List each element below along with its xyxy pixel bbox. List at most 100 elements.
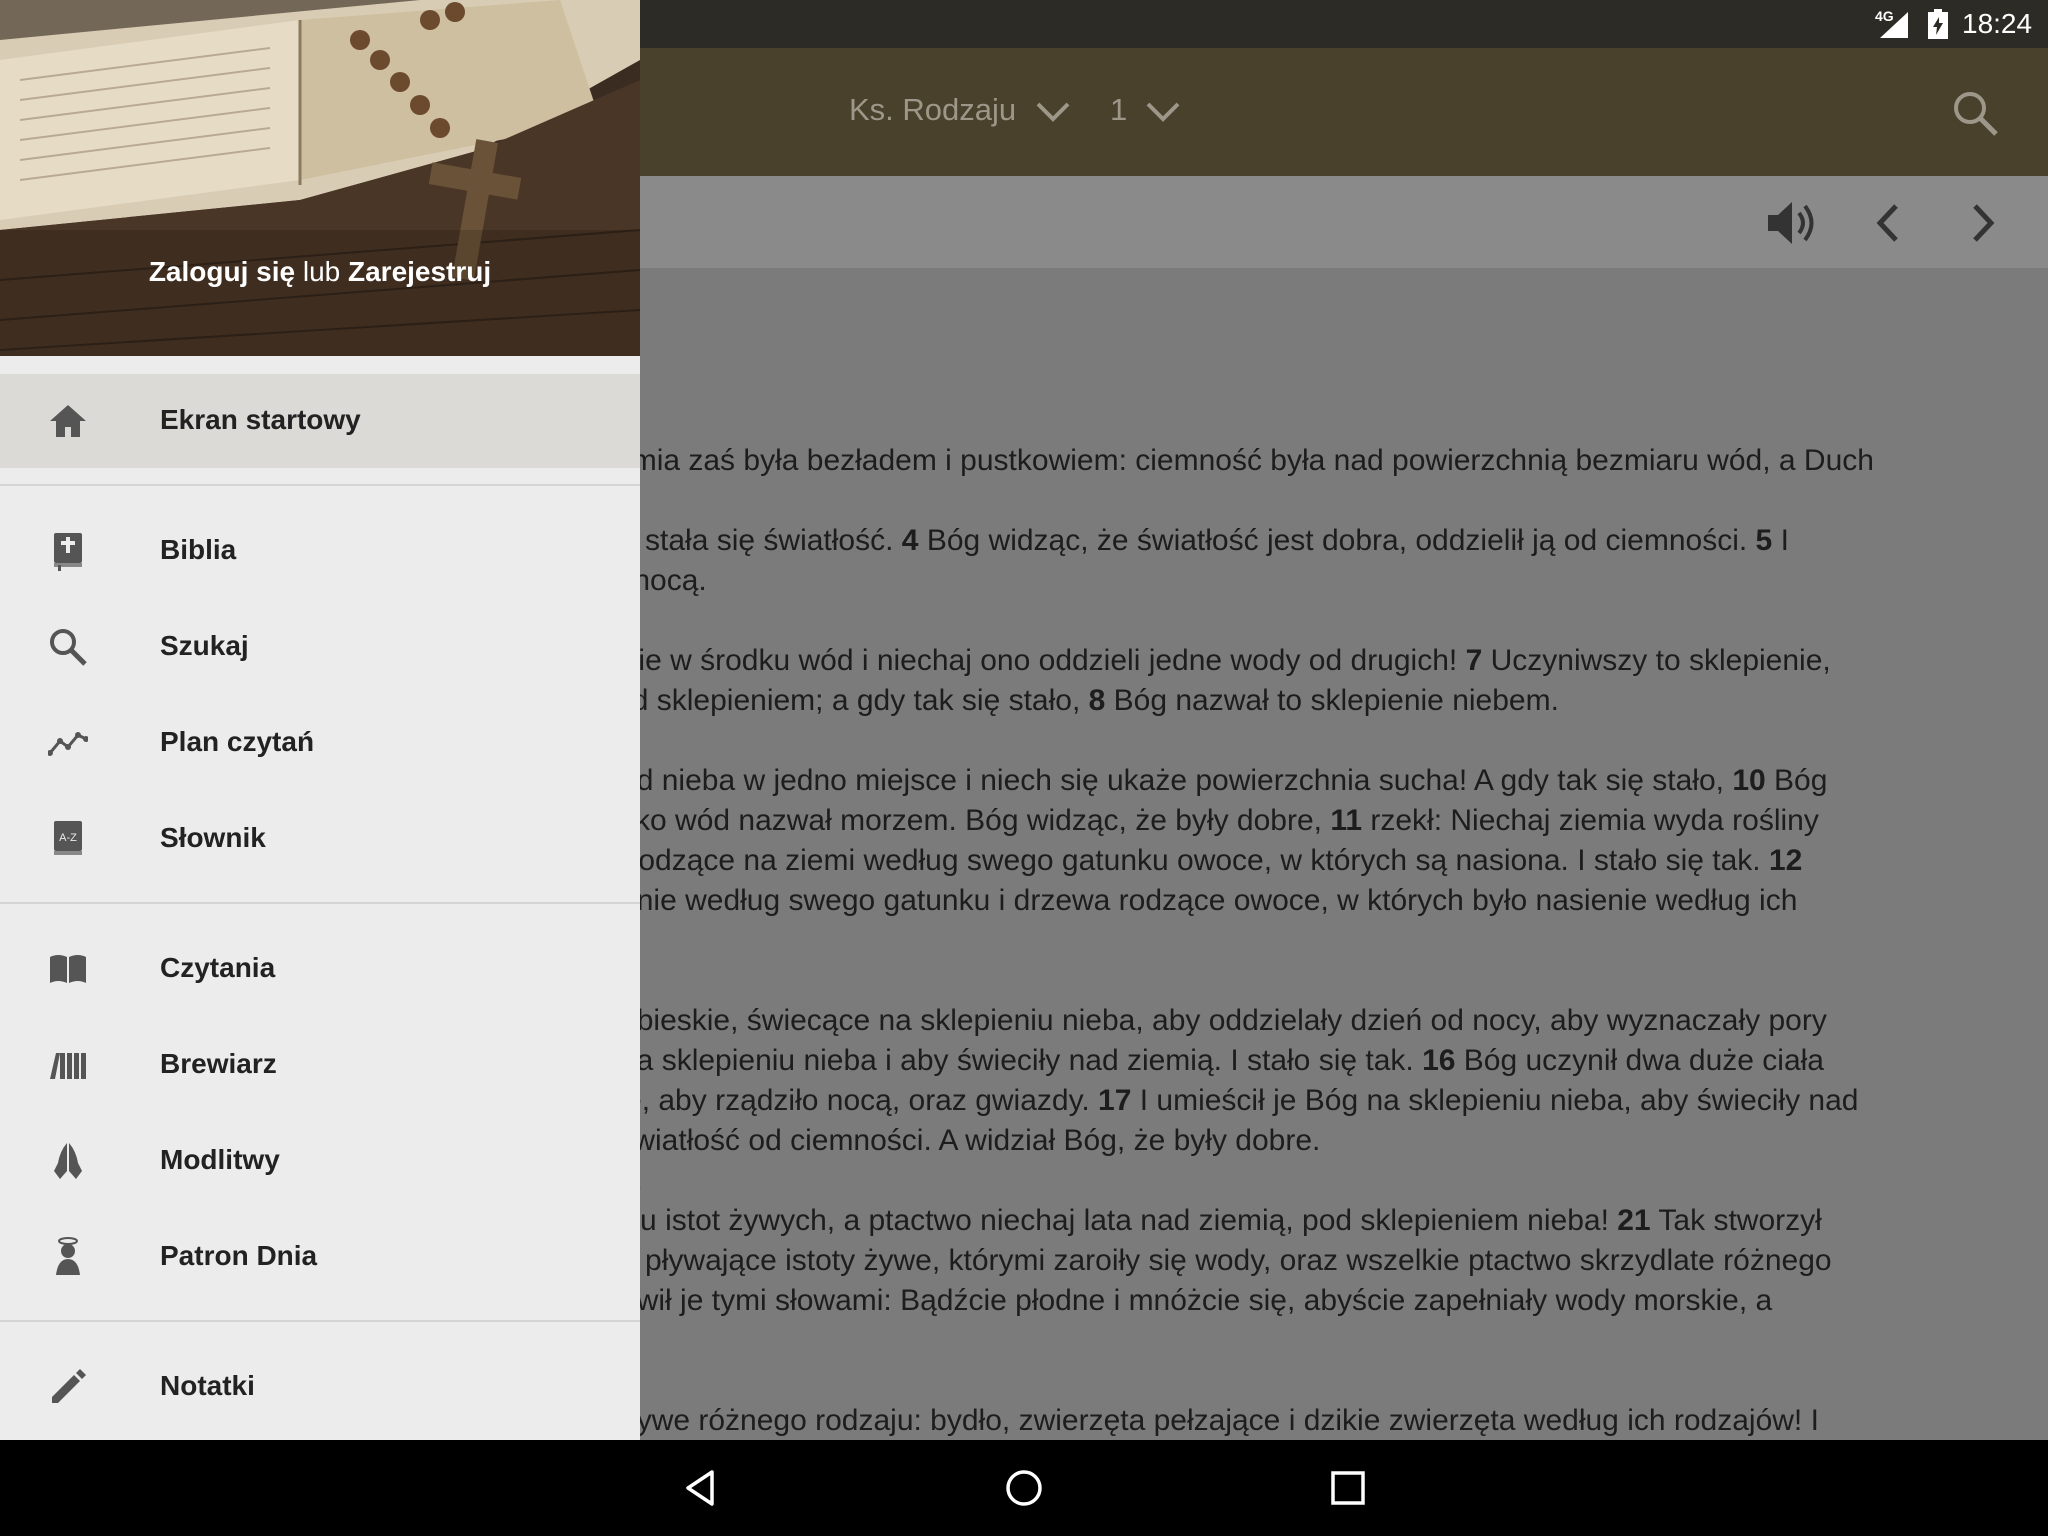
chevron-down-icon[interactable] xyxy=(1034,98,1072,126)
verse-text: rzekł: Niechaj ziemia wyda rośliny xyxy=(1362,804,1819,837)
verse-number: 4 xyxy=(901,524,919,557)
verse-text: dzaju pływające istoty żywe, którymi zar… xyxy=(565,1244,1832,1277)
chevron-left-icon[interactable] xyxy=(1862,198,1916,248)
verse-line: lały światłość od ciemności. A widział B… xyxy=(565,1124,1320,1158)
divider xyxy=(0,902,640,904)
praying-hands-icon xyxy=(54,1143,82,1179)
nav-item-prayers[interactable]: Modlitwy xyxy=(0,1114,640,1208)
verse-line: ość! I stała się światłość. 4 Bóg widząc… xyxy=(565,524,1789,558)
divider xyxy=(0,484,640,486)
divider xyxy=(0,1320,640,1322)
clock: 18:24 xyxy=(1962,8,2033,39)
back-icon[interactable] xyxy=(682,1468,722,1508)
nav-item-label: Ekran startowy xyxy=(160,404,361,435)
verse-text: od roju istot żywych, a ptactwo niechaj … xyxy=(565,1204,1618,1237)
verse-line: gosławił je tymi słowami: Bądźcie płodne… xyxy=(565,1284,1772,1318)
search-icon xyxy=(50,629,87,666)
reading-plan-icon xyxy=(48,732,88,756)
verse-line: od roju istot żywych, a ptactwo niechaj … xyxy=(565,1204,1822,1238)
login-link[interactable]: Zaloguj się xyxy=(149,256,295,287)
verse-text: Uczyniwszy to sklepienie, xyxy=(1482,644,1831,677)
speaker-icon[interactable] xyxy=(1766,198,1820,248)
nav-item-label: Słownik xyxy=(160,822,266,853)
saint-icon xyxy=(56,1237,80,1275)
bible-icon xyxy=(54,533,82,571)
verse-number: 5 xyxy=(1755,524,1773,557)
nav-item-label: Biblia xyxy=(160,534,237,565)
system-nav-bar xyxy=(0,1440,2048,1536)
nav-item-label: Plan czytań xyxy=(160,726,315,757)
nav-item-home[interactable]: Ekran startowy xyxy=(0,374,640,468)
recents-icon[interactable] xyxy=(1328,1468,1368,1508)
nav-item-readings[interactable]: Czytania xyxy=(0,922,640,1016)
verse-number: 17 xyxy=(1098,1084,1132,1117)
or-label: lub xyxy=(302,256,341,287)
verse-text: owe rodzące na ziemi według swego gatunk… xyxy=(565,844,1769,877)
verse-text: I xyxy=(1772,524,1789,557)
verse-text: Ziemia zaś była bezładem i pustkowiem: c… xyxy=(581,444,1874,477)
nav-item-search[interactable]: Szukaj xyxy=(0,600,640,694)
verse-line: iejsze, aby rządziło nocą, oraz gwiazdy.… xyxy=(565,1084,1858,1118)
verse-text: iejsze, aby rządziło nocą, oraz gwiazdy. xyxy=(565,1084,1099,1117)
nav-item-breviary[interactable]: Brewiarz xyxy=(0,1018,640,1112)
nav-item-label: Patron Dnia xyxy=(160,1240,318,1271)
verse-text: epienie w środku wód i niechaj ono oddzi… xyxy=(565,644,1466,677)
verse-number: 8 xyxy=(1088,684,1106,717)
nav-item-bible[interactable]: Biblia xyxy=(0,504,640,598)
chapter-selector[interactable]: 1 xyxy=(1110,92,1127,128)
nav-item-notes[interactable]: Notatki xyxy=(0,1340,640,1434)
verse-line: ymi na sklepieniu nieba i aby świeciły n… xyxy=(565,1044,1824,1078)
nav-item-reading-plan[interactable]: Plan czytań xyxy=(0,696,640,790)
navigation-drawer: Zaloguj się lub Zarejestruj Ekran starto… xyxy=(0,0,640,1440)
battery-icon xyxy=(1928,9,1948,39)
verse-text: toty żywe różnego rodzaju: bydło, zwierz… xyxy=(565,1404,1819,1437)
verse-text: Bóg uczynił dwa duże ciała xyxy=(1455,1044,1824,1077)
verse-line: owe rodzące na ziemi według swego gatunk… xyxy=(565,844,1802,878)
signal-icon xyxy=(1880,12,1908,38)
open-book-icon xyxy=(50,955,86,983)
verse-text: ła niebieskie, świecące na sklepieniu ni… xyxy=(565,1004,1827,1037)
search-icon[interactable] xyxy=(1950,88,2000,138)
verse-line: epienie w środku wód i niechaj ono oddzi… xyxy=(565,644,1831,678)
verse-number: 10 xyxy=(1732,764,1766,797)
chevron-right-icon[interactable] xyxy=(1955,198,2009,248)
home-icon xyxy=(50,405,86,437)
bible-rosary-image xyxy=(0,0,640,356)
nav-item-label: Modlitwy xyxy=(160,1144,280,1175)
nav-item-dictionary[interactable]: A-Z Słownik xyxy=(0,792,640,886)
verse-number: 7 xyxy=(1465,644,1483,677)
verse-line: ła niebieskie, świecące na sklepieniu ni… xyxy=(565,1004,1827,1038)
book-selector[interactable]: Ks. Rodzaju xyxy=(849,92,1016,128)
svg-text:A-Z: A-Z xyxy=(59,832,77,844)
verse-text: y spod nieba w jedno miejsce i niech się… xyxy=(565,764,1733,797)
verse-text: I umieścił je Bóg na sklepieniu nieba, a… xyxy=(1131,1084,1859,1117)
verse-line: toty żywe różnego rodzaju: bydło, zwierz… xyxy=(565,1404,1819,1438)
drawer-header: Zaloguj się lub Zarejestruj xyxy=(0,0,640,356)
dictionary-icon: A-Z xyxy=(54,821,82,855)
verse-text: Bóg widząc, że światłość jest dobra, odd… xyxy=(918,524,1756,557)
verse-text: Bóg xyxy=(1765,764,1828,797)
chevron-down-icon[interactable] xyxy=(1144,98,1182,126)
nav-item-label: Czytania xyxy=(160,952,276,983)
verse-number: 16 xyxy=(1422,1044,1456,1077)
verse-text: lały światłość od ciemności. A widział B… xyxy=(565,1124,1321,1157)
verse-line: ponad sklepieniem; a gdy tak się stało, … xyxy=(565,684,1559,718)
verse-line: nasienie według swego gatunku i drzewa r… xyxy=(565,884,1797,918)
nav-item-patron[interactable]: Patron Dnia xyxy=(0,1210,640,1304)
nav-item-label: Szukaj xyxy=(160,630,249,661)
verse-text: gosławił je tymi słowami: Bądźcie płodne… xyxy=(565,1284,1773,1317)
nav-item-label: Notatki xyxy=(160,1370,255,1401)
login-register-link[interactable]: Zaloguj się lub Zarejestruj xyxy=(0,256,640,288)
verse-text: ymi na sklepieniu nieba i aby świeciły n… xyxy=(565,1044,1423,1077)
nav-item-label: Brewiarz xyxy=(160,1048,277,1079)
verse-line: 2 Ziemia zaś była bezładem i pustkowiem:… xyxy=(565,444,1874,478)
breviary-icon xyxy=(50,1053,86,1079)
verse-text: ponad sklepieniem; a gdy tak się stało, xyxy=(565,684,1089,717)
register-link[interactable]: Zarejestruj xyxy=(348,256,491,287)
verse-text: Tak stworzył xyxy=(1650,1204,1822,1237)
pencil-icon xyxy=(52,1369,86,1403)
verse-text: nasienie według swego gatunku i drzewa r… xyxy=(565,884,1798,917)
home-button-icon[interactable] xyxy=(1004,1468,1044,1508)
verse-number: 12 xyxy=(1768,844,1803,877)
verse-text: Bóg nazwał to sklepienie niebem. xyxy=(1105,684,1559,717)
